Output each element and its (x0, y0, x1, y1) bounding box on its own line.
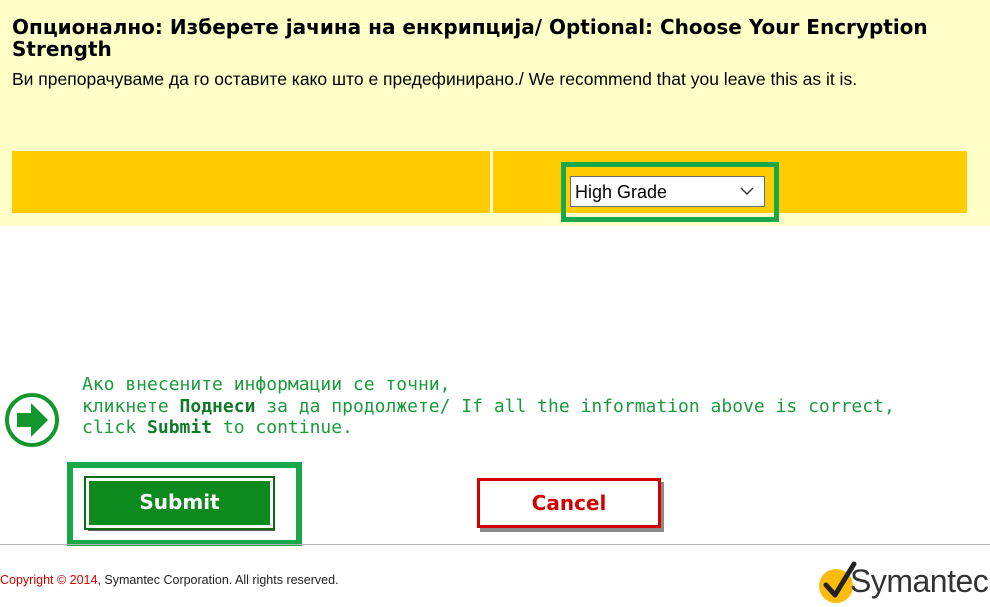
chevron-down-icon (740, 187, 754, 195)
footer-divider (0, 544, 990, 545)
encryption-title: Опционално: Изберете јачина на енкрипциј… (12, 15, 928, 61)
select-value: High Grade (575, 182, 668, 202)
encryption-label-cell (12, 151, 490, 213)
submit-button[interactable]: Submit (84, 476, 275, 530)
submit-word-mk: Поднеси (179, 395, 256, 417)
instruction-line-1: Ако внесените информации се точни, (82, 374, 451, 395)
arrow-right-icon (5, 393, 59, 447)
symantec-logo-text: Symantec (850, 563, 989, 599)
submit-word-en: Submit (147, 417, 213, 438)
encryption-panel: Опционално: Изберете јачина на енкрипциј… (0, 0, 990, 226)
cancel-button[interactable]: Cancel (477, 478, 661, 528)
instruction-line-2: кликнете Поднеси за да продолжете/ If al… (82, 395, 895, 417)
confirmation-instructions: Ако внесените информации се точни, кликн… (82, 374, 962, 470)
encryption-description: Ви препорачуваме да го оставите како што… (12, 69, 858, 89)
copyright-text: Copyright © 2014, Symantec Corporation. … (0, 573, 339, 587)
instruction-line-3: click Submit to continue. (82, 417, 353, 438)
copyright-link[interactable]: Copyright © 2014 (0, 573, 97, 587)
encryption-strength-select[interactable]: High Grade (570, 176, 765, 207)
